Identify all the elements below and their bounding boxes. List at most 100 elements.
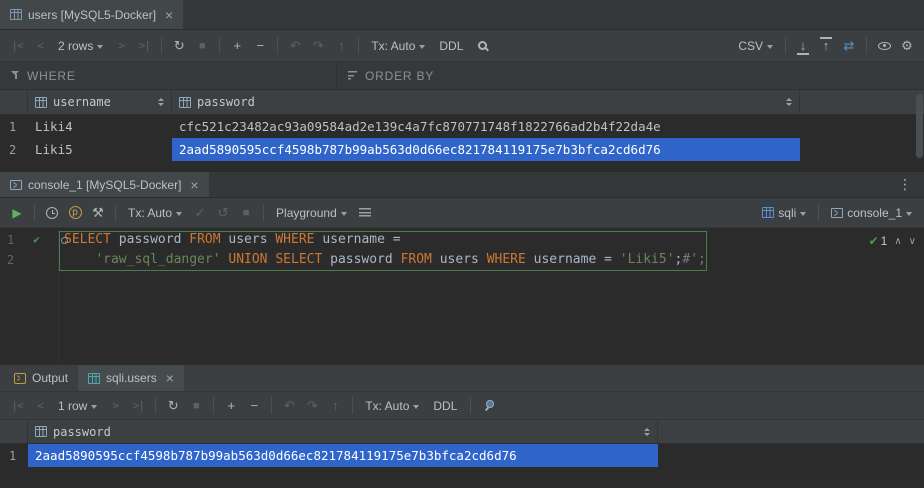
column-header-password[interactable]: password xyxy=(28,420,658,443)
tab-label: users [MySQL5-Docker] xyxy=(28,8,156,22)
filter-icon xyxy=(11,71,20,80)
tx-mode-dropdown[interactable]: Tx: Auto xyxy=(359,395,425,417)
last-page-button[interactable]: >| xyxy=(127,395,149,417)
previous-page-button[interactable]: < xyxy=(29,395,51,417)
row-number: 1 xyxy=(0,444,28,467)
search-icon[interactable] xyxy=(471,35,493,57)
close-icon[interactable]: × xyxy=(190,178,198,192)
previous-result-icon[interactable]: ∧ xyxy=(894,236,901,247)
add-row-button[interactable]: + xyxy=(220,395,242,417)
line-number: 1 xyxy=(0,230,22,250)
sql-token: 'Liki5' xyxy=(620,252,675,267)
extractor-dropdown[interactable]: CSV xyxy=(732,35,779,57)
output-layout-icon[interactable] xyxy=(354,202,376,224)
refresh-icon[interactable]: ↻ xyxy=(168,35,190,57)
submit-icon[interactable]: ↑ xyxy=(330,35,352,57)
ddl-button[interactable]: DDL xyxy=(432,35,470,57)
tab-users-grid[interactable]: users [MySQL5-Docker] × xyxy=(0,0,183,29)
redo-icon[interactable]: ↷ xyxy=(307,35,329,57)
cell-password[interactable]: cfc521c23482ac93a09584ad2e139c4a7fc87077… xyxy=(172,115,800,138)
delete-row-button[interactable]: − xyxy=(243,395,265,417)
header-gutter xyxy=(0,420,28,443)
next-page-button[interactable]: > xyxy=(104,395,126,417)
sql-token: users xyxy=(432,252,487,267)
session-dropdown[interactable]: console_1 xyxy=(825,202,918,224)
ddl-button[interactable]: DDL xyxy=(426,395,464,417)
playground-dropdown[interactable]: Playground xyxy=(270,202,353,224)
stop-icon[interactable]: ■ xyxy=(191,35,213,57)
column-icon xyxy=(35,97,47,108)
editor-line[interactable]: 2 'raw_sql_danger' UNION SELECT password… xyxy=(0,250,924,270)
bars-shape xyxy=(359,208,371,217)
undo-icon[interactable]: ↶ xyxy=(278,395,300,417)
page-size-label: 1 row xyxy=(58,399,87,413)
first-page-button[interactable]: |< xyxy=(6,395,28,417)
cell-username[interactable]: Liki4 xyxy=(28,115,172,138)
delete-row-button[interactable]: − xyxy=(249,35,271,57)
tab-label: sqli.users xyxy=(106,371,157,385)
last-page-button[interactable]: >| xyxy=(133,35,155,57)
tab-output[interactable]: Output xyxy=(4,365,78,391)
next-page-button[interactable]: > xyxy=(110,35,132,57)
redo-icon[interactable]: ↷ xyxy=(301,395,323,417)
toolbar-separator xyxy=(785,37,786,54)
column-sort-icon[interactable] xyxy=(786,98,792,106)
toolbar-separator xyxy=(219,37,220,54)
column-sort-icon[interactable] xyxy=(644,428,650,436)
history-icon[interactable] xyxy=(41,202,63,224)
sql-token xyxy=(64,252,95,267)
table-icon xyxy=(10,9,22,20)
column-header-password[interactable]: password xyxy=(172,90,800,114)
parameters-icon[interactable]: p xyxy=(64,202,86,224)
tx-mode-dropdown[interactable]: Tx: Auto xyxy=(365,35,431,57)
settings-wrench-icon[interactable]: ⚒ xyxy=(87,202,109,224)
cell-password-selected[interactable]: 2aad5890595ccf4598b787b99ab563d0d66ec821… xyxy=(28,444,658,467)
vertical-scrollbar[interactable] xyxy=(916,94,923,158)
cell-password-selected[interactable]: 2aad5890595ccf4598b787b99ab563d0d66ec821… xyxy=(172,138,800,161)
schema-dropdown[interactable]: sqli xyxy=(756,202,812,224)
submit-icon[interactable]: ↑ xyxy=(324,395,346,417)
stop-icon[interactable]: ■ xyxy=(235,202,257,224)
toolbar-separator xyxy=(352,397,353,414)
sql-editor[interactable]: 1 ✔ SELECT password FROM users WHERE use… xyxy=(0,228,924,364)
tab-sqli-users[interactable]: sqli.users × xyxy=(78,365,184,391)
export-data-icon[interactable]: ↓ xyxy=(792,35,814,57)
chevron-down-icon xyxy=(767,45,773,49)
stop-icon[interactable]: ■ xyxy=(185,395,207,417)
close-icon[interactable]: × xyxy=(165,8,173,22)
undo-icon[interactable]: ↶ xyxy=(284,35,306,57)
next-result-icon[interactable]: ∨ xyxy=(909,236,916,247)
tx-mode-dropdown[interactable]: Tx: Auto xyxy=(122,202,188,224)
editor-tab-bar: users [MySQL5-Docker] × xyxy=(0,0,924,30)
run-icon[interactable]: ▶ xyxy=(6,202,28,224)
grid-empty-area xyxy=(0,161,924,172)
toolbar-separator xyxy=(866,37,867,54)
where-filter-field[interactable]: WHERE xyxy=(0,62,337,89)
previous-page-button[interactable]: < xyxy=(29,35,51,57)
where-label: WHERE xyxy=(27,69,76,83)
compare-icon[interactable]: ⇄ xyxy=(838,35,860,57)
column-sort-icon[interactable] xyxy=(158,98,164,106)
rollback-icon[interactable]: ↺ xyxy=(212,202,234,224)
toolbar-separator xyxy=(115,204,116,221)
lens-shape xyxy=(478,41,487,50)
tabbar-spacer xyxy=(209,172,886,197)
close-icon[interactable]: × xyxy=(166,371,174,385)
cell-username[interactable]: Liki5 xyxy=(28,138,172,161)
first-page-button[interactable]: |< xyxy=(6,35,28,57)
eye-icon[interactable] xyxy=(873,35,895,57)
pin-icon[interactable] xyxy=(477,395,499,417)
tab-console-1[interactable]: console_1 [MySQL5-Docker] × xyxy=(0,172,209,197)
refresh-icon[interactable]: ↻ xyxy=(162,395,184,417)
gear-icon[interactable]: ⚙ xyxy=(896,35,918,57)
page-size-dropdown[interactable]: 2 rows xyxy=(52,35,109,57)
commit-icon[interactable]: ✓ xyxy=(189,202,211,224)
import-data-icon[interactable]: ↑ xyxy=(815,35,837,57)
eye-shape xyxy=(878,42,891,50)
editor-line[interactable]: 1 ✔ SELECT password FROM users WHERE use… xyxy=(0,230,924,250)
order-by-field[interactable]: ORDER BY xyxy=(337,62,445,89)
add-row-button[interactable]: + xyxy=(226,35,248,57)
column-header-username[interactable]: username xyxy=(28,90,172,114)
page-size-dropdown[interactable]: 1 row xyxy=(52,395,103,417)
more-options-icon[interactable]: ⋮ xyxy=(886,172,924,197)
